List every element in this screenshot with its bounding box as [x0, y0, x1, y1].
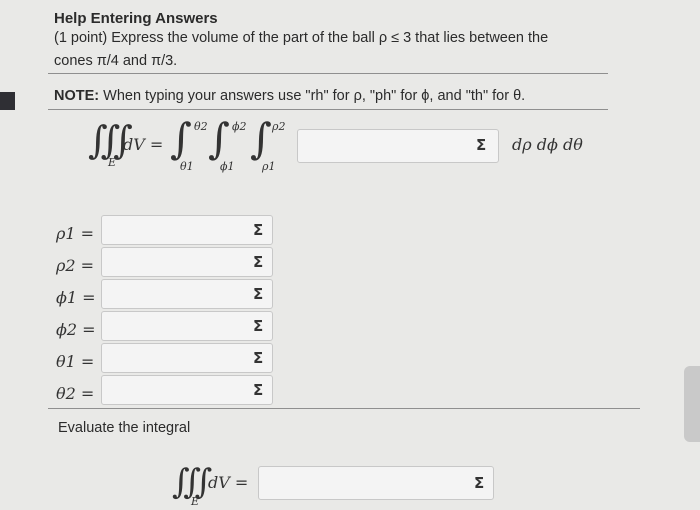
evaluate-sigma-icon[interactable]: Σ — [474, 474, 484, 492]
rho1-input[interactable] — [101, 215, 273, 245]
region-label: E — [108, 156, 117, 169]
note-body: When typing your answers use "rh" for ρ,… — [99, 88, 526, 104]
note-label: NOTE: — [54, 88, 100, 104]
evaluate-input[interactable] — [258, 466, 494, 500]
scrollbar-thumb[interactable] — [684, 366, 700, 442]
rho2-input[interactable] — [101, 247, 273, 277]
question-text-line1: (1 point) Express the volume of the part… — [54, 30, 549, 46]
phi2-label: ϕ2 = — [56, 320, 96, 339]
help-entering-answers-link[interactable]: Help Entering Answers — [54, 10, 218, 27]
theta1-label: θ1 = — [56, 352, 95, 371]
outer-lower-limit: θ1 — [180, 160, 194, 173]
divider-note — [48, 109, 608, 110]
outer-integral-sign: ∫ — [170, 114, 192, 163]
inner-lower-limit: ρ1 — [262, 160, 276, 173]
phi2-sigma-icon[interactable]: Σ — [253, 317, 263, 335]
rho2-label: ρ2 = — [56, 256, 95, 275]
middle-upper-limit: ϕ2 — [232, 120, 247, 133]
divider-top — [48, 73, 608, 74]
rho2-sigma-icon[interactable]: Σ — [253, 253, 263, 271]
rho1-sigma-icon[interactable]: Σ — [253, 221, 263, 239]
phi1-input[interactable] — [101, 279, 273, 309]
phi2-input[interactable] — [101, 311, 273, 341]
note-text: NOTE: When typing your answers use "rh" … — [54, 88, 525, 104]
phi1-sigma-icon[interactable]: Σ — [253, 285, 263, 303]
divider-limits — [48, 408, 640, 409]
eval-region-label: E — [191, 495, 200, 508]
phi1-label: ϕ1 = — [56, 288, 96, 307]
integrand-sigma-icon[interactable]: Σ — [476, 136, 486, 154]
eval-dv-label: dV = — [208, 473, 249, 492]
middle-integral-sign: ∫ — [208, 114, 230, 163]
outer-upper-limit: θ2 — [194, 120, 208, 133]
inner-integral-sign: ∫ — [250, 114, 272, 163]
theta2-input[interactable] — [101, 375, 273, 405]
middle-lower-limit: ϕ1 — [220, 160, 235, 173]
theta2-sigma-icon[interactable]: Σ — [253, 381, 263, 399]
inner-upper-limit: ρ2 — [272, 120, 286, 133]
theta1-input[interactable] — [101, 343, 273, 373]
dv-label: dV = — [123, 135, 164, 154]
theta2-label: θ2 = — [56, 384, 95, 403]
question-text-line2: cones π/4 and π/3. — [54, 53, 178, 69]
left-edge-tab — [0, 92, 15, 110]
differentials-label: dρ dϕ dθ — [512, 135, 583, 154]
theta1-sigma-icon[interactable]: Σ — [253, 349, 263, 367]
integrand-input[interactable] — [297, 129, 499, 163]
rho1-label: ρ1 = — [56, 224, 95, 243]
evaluate-label: Evaluate the integral — [58, 420, 191, 436]
